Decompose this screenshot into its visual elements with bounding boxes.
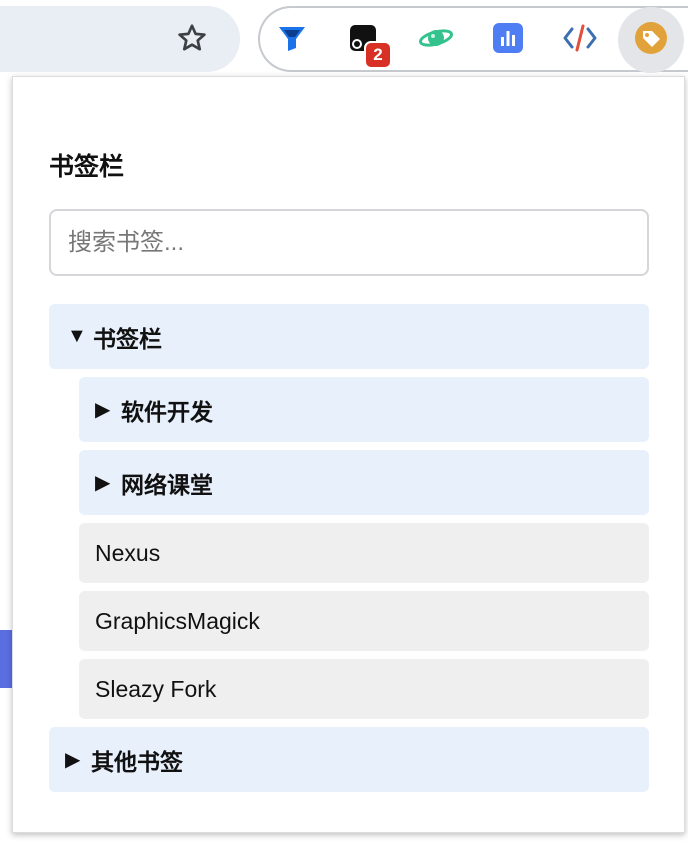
bookmarks-popup: 书签栏 ▼ 书签栏 ▶ 软件开发 ▶ 网络课堂 Nexus GraphicsMa…: [12, 76, 685, 833]
folder-other-bookmarks[interactable]: ▶ 其他书签: [49, 727, 649, 792]
bookmark-tag-icon[interactable]: [633, 20, 669, 56]
folder-label: 书签栏: [93, 325, 162, 352]
folder-label: 软件开发: [121, 398, 213, 425]
bookmark-item[interactable]: Nexus: [79, 523, 649, 583]
collapse-arrow-icon: ▼: [67, 325, 87, 347]
folder-label: 其他书签: [91, 748, 183, 775]
folder-bookmarks-bar[interactable]: ▼ 书签栏: [49, 304, 649, 369]
bookmark-item[interactable]: Sleazy Fork: [79, 659, 649, 719]
folder-online-classroom[interactable]: ▶ 网络课堂: [79, 450, 649, 515]
expand-arrow-icon: ▶: [95, 399, 111, 421]
planet-icon[interactable]: [418, 20, 454, 56]
browser-toolbar: 2: [0, 0, 688, 76]
background-page-edge: [0, 630, 12, 688]
expand-arrow-icon: ▶: [95, 472, 111, 494]
bookmark-star-icon[interactable]: [172, 18, 212, 58]
folder-label: 网络课堂: [121, 471, 213, 498]
bar-chart-icon[interactable]: [490, 20, 526, 56]
extension-badge: 2: [364, 41, 392, 69]
folder-software-dev[interactable]: ▶ 软件开发: [79, 377, 649, 442]
expand-arrow-icon: ▶: [65, 749, 81, 771]
search-input[interactable]: [49, 209, 649, 276]
filter-funnel-icon[interactable]: [274, 20, 310, 56]
code-icon[interactable]: [562, 20, 598, 56]
bookmark-item[interactable]: GraphicsMagick: [79, 591, 649, 651]
popup-title: 书签栏: [49, 153, 125, 181]
